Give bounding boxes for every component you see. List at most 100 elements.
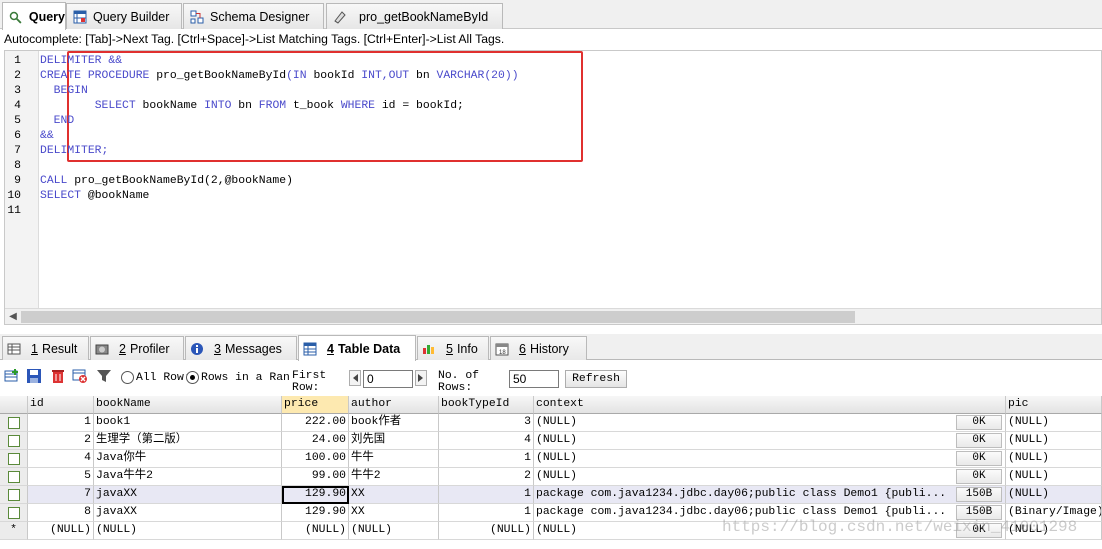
row-select-checkbox[interactable] [0, 486, 28, 504]
table-cell[interactable]: (NULL) 0K [534, 414, 1006, 432]
table-cell[interactable]: 100.00 [282, 450, 349, 468]
tab-procedure-editor[interactable]: pro_getBookNameById [326, 3, 503, 29]
editor-horizontal-scrollbar[interactable]: ◀ [5, 308, 1101, 324]
tab-query[interactable]: Query [2, 2, 66, 30]
checkbox-icon[interactable] [7, 489, 20, 501]
header-corner[interactable] [0, 396, 28, 414]
table-cell[interactable]: book1 [94, 414, 282, 432]
next-page-button[interactable] [415, 370, 427, 386]
row-select-checkbox[interactable] [0, 432, 28, 450]
table-cell[interactable]: 1 [439, 450, 534, 468]
table-cell[interactable]: 8 [28, 504, 94, 522]
table-row[interactable]: 4 Java你牛 100.00 牛牛 1 (NULL) 0K (NULL) [0, 450, 1102, 468]
table-cell[interactable]: 7 [28, 486, 94, 504]
table-cell[interactable]: 3 [439, 414, 534, 432]
blob-size-button[interactable]: 150B [956, 487, 1002, 502]
column-header[interactable]: id [28, 396, 94, 414]
delete-icon[interactable] [50, 368, 66, 384]
table-row[interactable]: 5 Java牛牛2 99.00 牛牛2 2 (NULL) 0K (NULL) [0, 468, 1102, 486]
table-cell[interactable]: javaXX [94, 486, 282, 504]
table-cell[interactable]: (NULL) [1006, 432, 1102, 450]
checkbox-icon[interactable] [7, 435, 20, 447]
column-header[interactable]: author [349, 396, 439, 414]
checkbox-icon[interactable] [7, 453, 20, 465]
table-cell[interactable]: 4 [28, 450, 94, 468]
blob-size-button[interactable]: 0K [956, 469, 1002, 484]
tab-query-builder[interactable]: Query Builder [66, 3, 182, 29]
blob-size-button[interactable]: 0K [956, 451, 1002, 466]
previous-page-button[interactable] [349, 370, 361, 386]
column-header[interactable]: bookName [94, 396, 282, 414]
rows-in-range-radio[interactable] [186, 371, 199, 384]
table-cell[interactable]: (NULL) [28, 522, 94, 540]
table-cell[interactable]: 5 [28, 468, 94, 486]
sql-editor[interactable]: 1 2 3 4 5 6 7 8 9 10 11 DELIMITER && CREATE PROCEDU… [4, 50, 1102, 325]
table-cell[interactable]: 1 [28, 414, 94, 432]
checkbox-icon[interactable] [7, 471, 20, 483]
tab-info[interactable]: 5 Info [417, 336, 489, 360]
table-cell[interactable]: javaXX [94, 504, 282, 522]
table-cell[interactable]: 99.00 [282, 468, 349, 486]
table-cell[interactable]: package com.java1234.jdbc.day06;public c… [534, 486, 1006, 504]
table-cell[interactable]: book作者 [349, 414, 439, 432]
blob-size-button[interactable]: 0K [956, 415, 1002, 430]
save-icon[interactable] [26, 368, 42, 384]
table-cell[interactable]: (NULL) [94, 522, 282, 540]
table-cell[interactable]: 129.90 [282, 504, 349, 522]
table-cell[interactable]: 牛牛 [349, 450, 439, 468]
column-header[interactable]: bookTypeId [439, 396, 534, 414]
table-cell[interactable]: 1 [439, 486, 534, 504]
table-cell[interactable]: (NULL) 0K [534, 450, 1006, 468]
tab-history[interactable]: 18 6 History [490, 336, 587, 360]
checkbox-icon[interactable] [7, 417, 20, 429]
table-row[interactable]: 7 javaXX 129.90 XX 1 package com.java1234.jdb… [0, 486, 1102, 504]
filter-icon[interactable] [96, 368, 112, 384]
table-cell[interactable]: (NULL) [1006, 450, 1102, 468]
table-cell[interactable]: 牛牛2 [349, 468, 439, 486]
column-header[interactable]: context [534, 396, 1006, 414]
table-row[interactable]: 1 book1 222.00 book作者 3 (NULL) 0K (NULL) [0, 414, 1102, 432]
column-header[interactable]: price [282, 396, 349, 414]
table-cell[interactable]: (NULL) [439, 522, 534, 540]
tab-messages[interactable]: 3 Messages [185, 336, 297, 360]
row-select-checkbox[interactable] [0, 450, 28, 468]
table-cell[interactable]: 24.00 [282, 432, 349, 450]
table-cell[interactable]: 2 [439, 468, 534, 486]
table-cell[interactable]: 129.90 [282, 486, 349, 504]
table-cell[interactable]: (NULL) [349, 522, 439, 540]
new-row-marker[interactable]: * [0, 522, 28, 540]
scroll-left-arrow-icon[interactable]: ◀ [7, 311, 19, 323]
sql-code-area[interactable]: DELIMITER && CREATE PROCEDURE pro_getBook… [40, 51, 1101, 308]
tab-profiler[interactable]: 2 Profiler [90, 336, 184, 360]
table-cell[interactable]: (NULL) [1006, 414, 1102, 432]
table-cell[interactable]: Java牛牛2 [94, 468, 282, 486]
table-cell[interactable]: 222.00 [282, 414, 349, 432]
table-cell[interactable]: (NULL) [282, 522, 349, 540]
blob-size-button[interactable]: 0K [956, 433, 1002, 448]
table-cell[interactable]: 1 [439, 504, 534, 522]
cancel-changes-icon[interactable] [72, 368, 88, 384]
table-cell[interactable]: XX [349, 486, 439, 504]
table-cell[interactable]: 4 [439, 432, 534, 450]
row-select-checkbox[interactable] [0, 468, 28, 486]
table-cell[interactable]: XX [349, 504, 439, 522]
no-of-rows-input[interactable] [509, 370, 559, 388]
table-row[interactable]: 2 生理学（第二版） 24.00 刘先国 4 (NULL) 0K (NULL) [0, 432, 1102, 450]
table-cell[interactable]: (NULL) 0K [534, 468, 1006, 486]
column-header[interactable]: pic [1006, 396, 1102, 414]
table-cell[interactable]: 2 [28, 432, 94, 450]
table-cell[interactable]: (NULL) [1006, 468, 1102, 486]
first-row-input[interactable] [363, 370, 413, 388]
table-cell[interactable]: (NULL) [1006, 486, 1102, 504]
row-select-checkbox[interactable] [0, 504, 28, 522]
table-cell[interactable]: 生理学（第二版） [94, 432, 282, 450]
table-cell[interactable]: 刘先国 [349, 432, 439, 450]
refresh-button[interactable]: Refresh [565, 370, 627, 388]
insert-row-icon[interactable] [4, 368, 20, 384]
table-cell[interactable]: (NULL) 0K [534, 432, 1006, 450]
tab-schema-designer[interactable]: Schema Designer [183, 3, 324, 29]
scrollbar-thumb[interactable] [21, 311, 855, 323]
checkbox-icon[interactable] [7, 507, 20, 519]
table-cell[interactable]: Java你牛 [94, 450, 282, 468]
tab-table-data[interactable]: 4 Table Data [298, 335, 416, 361]
